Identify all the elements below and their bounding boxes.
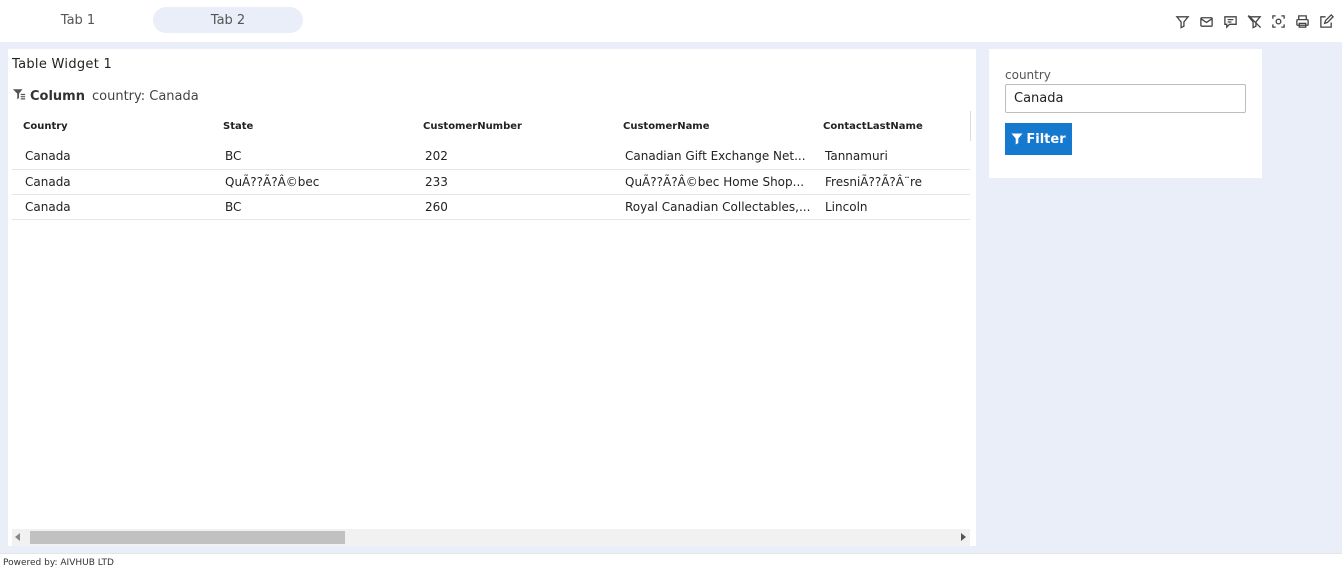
table-row[interactable]: Canada BC 260 Royal Canadian Collectable… — [12, 194, 970, 220]
edit-icon[interactable] — [1317, 13, 1336, 30]
table-cell: Tannamuri — [812, 141, 970, 170]
table-cell: QuÃ??Ã?Â©bec — [212, 169, 412, 195]
table-cell: BC — [212, 194, 412, 220]
print-icon[interactable] — [1293, 13, 1312, 30]
table-cell: Canada — [12, 194, 212, 220]
toolbar-icons — [1173, 13, 1336, 30]
table-cell: QuÃ??Ã?Â©bec Home Shop... — [612, 169, 812, 195]
country-field-label: country — [1005, 68, 1051, 82]
filter-button[interactable]: Filter — [1005, 123, 1072, 155]
top-tab-bar: Tab 1 Tab 2 — [0, 0, 1342, 42]
table-cell: 202 — [412, 141, 612, 170]
filter-icon — [12, 88, 26, 105]
scroll-left-icon[interactable] — [15, 533, 20, 541]
table-cell: 233 — [412, 169, 612, 195]
filter-button-label: Filter — [1026, 131, 1066, 147]
clear-filter-icon[interactable] — [1245, 13, 1264, 30]
scroll-right-icon[interactable] — [961, 533, 966, 541]
table-cell: Canadian Gift Exchange Net... — [612, 141, 812, 170]
table-row[interactable]: Canada QuÃ??Ã?Â©bec 233 QuÃ??Ã?Â©bec Hom… — [12, 169, 970, 195]
horizontal-scrollbar[interactable] — [12, 529, 970, 546]
dashboard-workspace: Table Widget 1 Column country: Canada Co… — [0, 42, 1342, 553]
tab-2[interactable]: Tab 2 — [153, 7, 303, 33]
table-cell: BC — [212, 141, 412, 170]
widget-title: Table Widget 1 — [12, 57, 113, 72]
column-header-country[interactable]: Country — [12, 111, 212, 141]
filter-column-label: Column — [30, 89, 85, 104]
table-cell: Canada — [12, 169, 212, 195]
data-table: Country State CustomerNumber CustomerNam… — [12, 111, 971, 220]
column-header-customernumber[interactable]: CustomerNumber — [412, 111, 612, 141]
scrollbar-thumb[interactable] — [30, 531, 345, 544]
table-cell: FresniÃ??Ã?Â¨re — [812, 169, 970, 195]
powered-by-text: Powered by: AIVHUB LTD — [3, 558, 114, 568]
filter-widget: country Filter — [989, 49, 1262, 178]
table-row[interactable]: Canada BC 202 Canadian Gift Exchange Net… — [12, 141, 970, 170]
filter-icon — [1011, 133, 1023, 145]
tab-1[interactable]: Tab 1 — [3, 7, 153, 33]
filter-icon[interactable] — [1173, 13, 1192, 30]
active-filter-summary: Column country: Canada — [12, 88, 199, 105]
table-cell: Canada — [12, 141, 212, 170]
mail-icon[interactable] — [1197, 13, 1216, 30]
table-header-row: Country State CustomerNumber CustomerNam… — [12, 111, 971, 141]
filter-column-value: country: Canada — [91, 89, 199, 104]
table-cell: Lincoln — [812, 194, 970, 220]
country-input[interactable] — [1005, 84, 1246, 113]
column-header-customername[interactable]: CustomerName — [612, 111, 812, 141]
screenshot-icon[interactable] — [1269, 13, 1288, 30]
table-cell: Royal Canadian Collectables,... — [612, 194, 812, 220]
table-cell: 260 — [412, 194, 612, 220]
column-header-state[interactable]: State — [212, 111, 412, 141]
comment-icon[interactable] — [1221, 13, 1240, 30]
footer: Powered by: AIVHUB LTD — [0, 553, 1342, 587]
column-header-contactlastname[interactable]: ContactLastName — [812, 111, 971, 141]
table-widget: Table Widget 1 Column country: Canada Co… — [8, 49, 976, 546]
